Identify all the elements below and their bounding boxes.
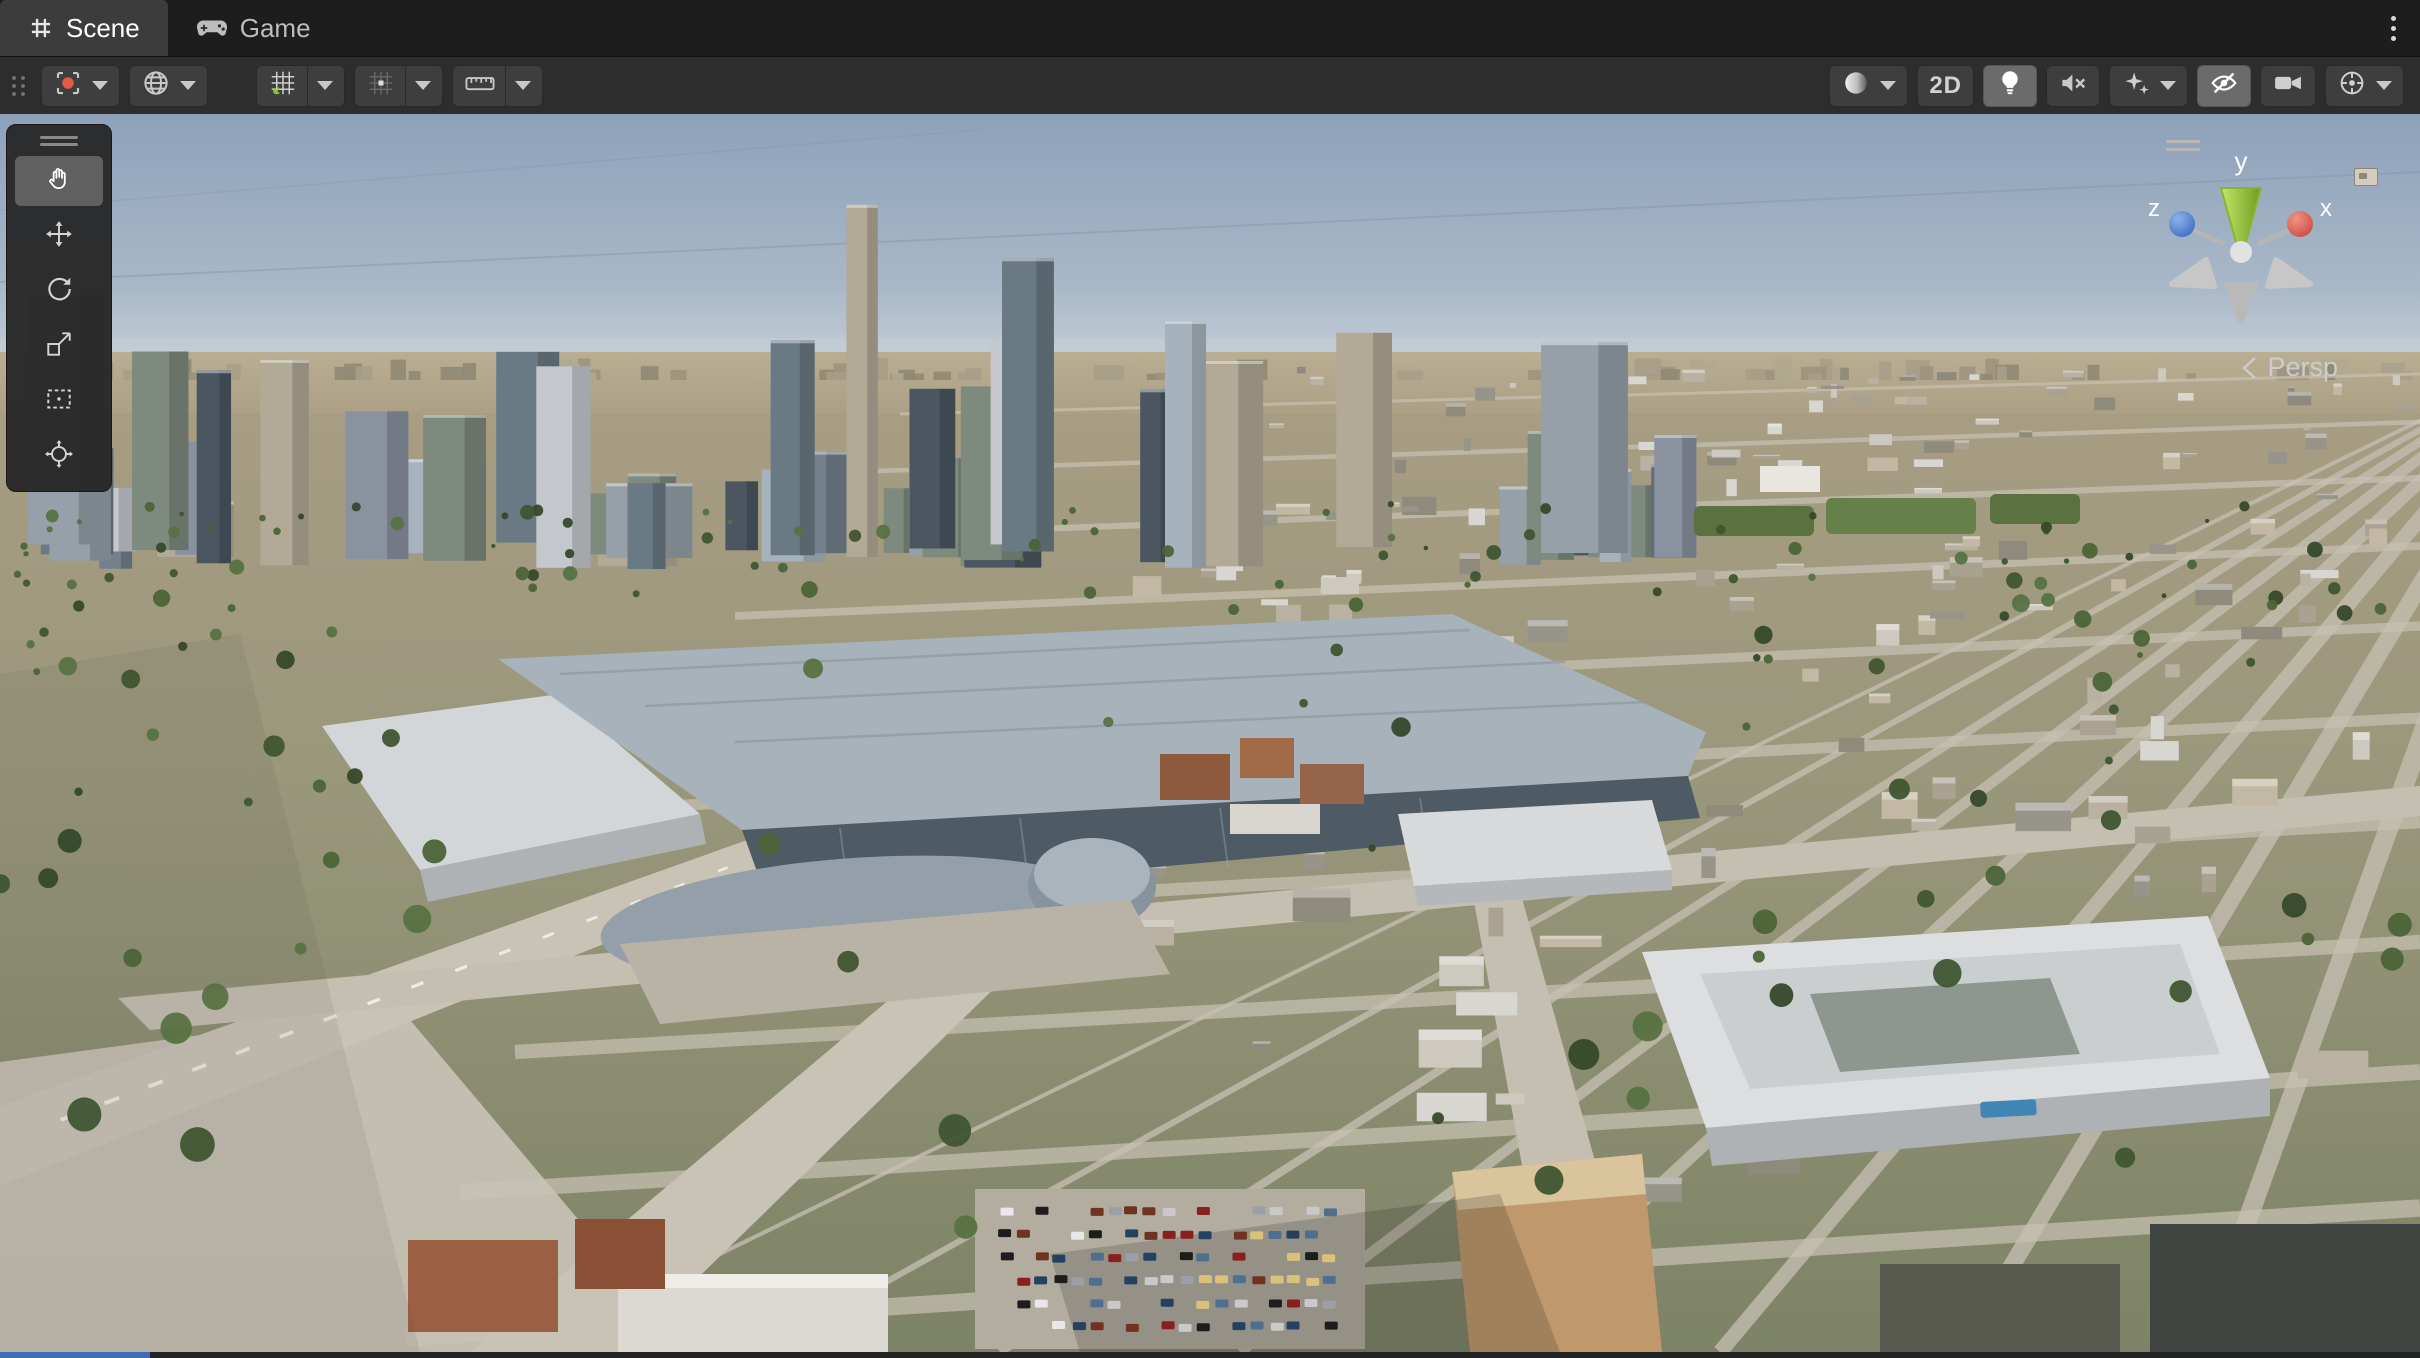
view-2d-toggle[interactable]: 2D <box>1917 65 1974 107</box>
window-bottom-edge <box>0 1352 2420 1358</box>
shading-mode-dropdown[interactable] <box>1829 65 1908 107</box>
chevron-down-icon <box>415 81 431 90</box>
view-options-dropdown[interactable] <box>129 65 208 107</box>
grid-visibility-arrow[interactable] <box>307 66 333 106</box>
globe-icon <box>141 68 171 103</box>
gizmo-x-label: x <box>2320 195 2332 222</box>
chevron-down-icon <box>317 81 333 90</box>
view-tool-button[interactable] <box>15 156 103 206</box>
overlay-collapsed-icon[interactable] <box>2354 168 2378 186</box>
status-accent <box>0 1352 150 1358</box>
grid-icon <box>28 15 54 41</box>
chevron-down-icon <box>180 81 196 90</box>
effects-icon <box>2121 68 2151 103</box>
tab-game-label: Game <box>240 13 311 44</box>
chevron-down-icon <box>2160 81 2176 90</box>
projection-label: Persp <box>2267 352 2338 383</box>
audio-mute-toggle[interactable] <box>2046 65 2100 107</box>
toolbar-drag-handle[interactable] <box>12 76 26 96</box>
gizmo-center[interactable] <box>2230 241 2252 263</box>
effects-dropdown[interactable] <box>2109 65 2188 107</box>
projection-toggle[interactable]: Persp <box>2239 352 2338 383</box>
rect-icon <box>44 384 74 419</box>
gizmo-z-axis[interactable] <box>2169 211 2195 237</box>
palette-drag-handle[interactable] <box>15 131 103 151</box>
move-icon <box>44 219 74 254</box>
view-2d-label: 2D <box>1929 72 1962 100</box>
sky <box>0 114 2420 360</box>
hand-icon <box>44 164 74 199</box>
gizmo-z-label: z <box>2148 195 2160 222</box>
snap-increment-dropdown[interactable] <box>452 65 543 107</box>
scale-tool-button[interactable] <box>15 321 103 371</box>
tab-scene[interactable]: Scene <box>0 0 168 56</box>
rect-tool-button[interactable] <box>15 376 103 426</box>
ruler-icon <box>464 68 496 103</box>
scale-icon <box>44 329 74 364</box>
eye-hidden-icon <box>2209 68 2239 103</box>
scene-visibility-toggle[interactable] <box>2197 65 2251 107</box>
audio-muted-icon <box>2058 68 2088 103</box>
move-tool-button[interactable] <box>15 211 103 261</box>
chevron-down-icon <box>515 81 531 90</box>
rotate-tool-button[interactable] <box>15 266 103 316</box>
gamepad-icon <box>196 17 228 39</box>
transform-tool-button[interactable] <box>15 431 103 481</box>
tool-palette-overlay <box>6 124 112 492</box>
chevron-down-icon <box>2376 81 2392 90</box>
tool-settings-dropdown[interactable] <box>41 65 120 107</box>
transform-icon <box>44 439 74 474</box>
rotate-icon <box>44 274 74 309</box>
chevron-down-icon <box>92 81 108 90</box>
toolbar-right-group: 2D <box>1829 65 2410 107</box>
grid-visibility-dropdown[interactable] <box>256 65 345 107</box>
snap-grid-icon <box>366 68 396 103</box>
snap-settings-arrow[interactable] <box>405 66 431 106</box>
snap-increment-arrow[interactable] <box>505 66 531 106</box>
kebab-menu-icon[interactable] <box>2383 12 2404 45</box>
record-dot-icon <box>53 68 83 103</box>
scene-viewport[interactable]: y x z Persp <box>0 114 2420 1352</box>
scene-camera-button[interactable] <box>2260 65 2316 107</box>
snap-settings-dropdown[interactable] <box>354 65 443 107</box>
editor-tab-bar: Scene Game <box>0 0 2420 57</box>
camera-icon <box>2272 68 2304 103</box>
scene-lighting-toggle[interactable] <box>1983 65 2037 107</box>
scene-render <box>0 114 2420 1352</box>
lightbulb-icon <box>1995 68 2025 103</box>
grid-visibility-icon <box>268 68 298 103</box>
gizmo-y-label: y <box>2235 146 2248 176</box>
shaded-sphere-icon <box>1841 68 1871 103</box>
scene-toolbar: 2D <box>0 57 2420 115</box>
gizmo-wheel-icon <box>2337 68 2367 103</box>
gizmos-dropdown[interactable] <box>2325 65 2404 107</box>
tab-game[interactable]: Game <box>168 0 339 56</box>
gizmo-negative-axes[interactable] <box>2172 260 2310 320</box>
orientation-gizmo[interactable]: y x z <box>2126 128 2356 338</box>
tab-scene-label: Scene <box>66 13 140 44</box>
chevron-left-icon <box>2239 355 2259 381</box>
gizmo-x-axis[interactable] <box>2287 211 2313 237</box>
chevron-down-icon <box>1880 81 1896 90</box>
